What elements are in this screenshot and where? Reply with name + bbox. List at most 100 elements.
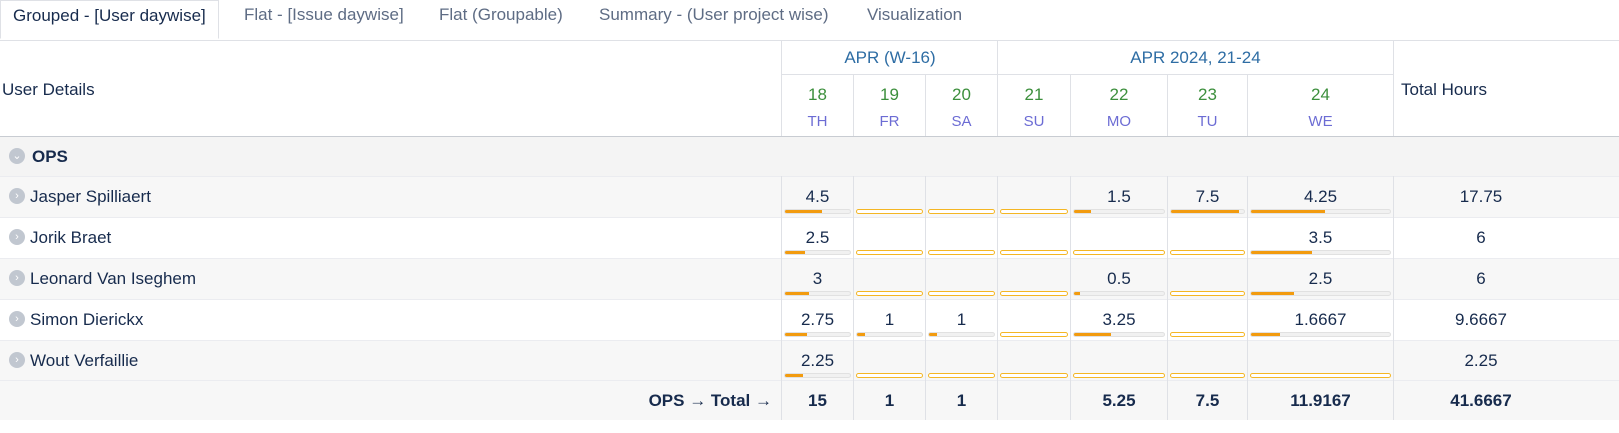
column-divider [781,40,782,136]
hours-progress-bar [784,332,851,337]
hours-progress-bar [856,291,923,296]
week-divider [782,74,1393,75]
hours-progress-fill [785,251,806,254]
total-row-divider [0,380,1619,381]
column-divider [997,176,998,420]
user-row[interactable]: › Jasper Spilliaert 4.5 1.5 7.5 4.25 17.75 [0,176,1619,217]
user-total-hours: 6 [1476,269,1486,288]
chevron-right-icon[interactable]: › [9,229,25,245]
chevron-right-icon[interactable]: › [9,188,25,204]
day-total: 7.5 [1195,391,1220,410]
hours-value[interactable]: 0.5 [1071,269,1167,289]
hours-progress-fill [785,333,808,336]
hours-value[interactable]: 3.25 [1071,310,1167,330]
user-name: Wout Verfaillie [30,351,139,370]
chevron-down-icon[interactable]: ⌄ [9,148,25,164]
hours-progress-bar [1000,250,1068,255]
hours-value[interactable]: 3 [782,269,853,289]
tab-flat-issue-daywise[interactable]: Flat - [Issue daywise] [244,0,404,40]
hours-progress-bar [1000,332,1068,337]
hours-value[interactable]: 1 [926,310,997,330]
hours-progress-bar [1073,209,1165,214]
column-divider [1070,176,1071,420]
user-name: Jasper Spilliaert [30,187,151,206]
user-row[interactable]: › Leonard Van Iseghem 3 0.5 2.5 6 [0,258,1619,299]
chevron-right-icon[interactable]: › [9,311,25,327]
day-number: 22 [1109,85,1129,104]
hours-progress-fill [785,210,822,213]
day-number: 18 [808,85,827,104]
column-divider [853,74,854,136]
hours-progress-bar [1250,291,1391,296]
day-total: 1 [956,391,967,410]
hours-progress-bar [928,250,995,255]
hours-progress-bar [856,373,923,378]
hours-value[interactable]: 4.25 [1248,187,1393,207]
hours-value[interactable]: 2.75 [782,310,853,330]
tab-grouped-user-daywise[interactable]: Grouped - [User daywise] [0,0,219,39]
hours-progress-fill [929,333,938,336]
hours-progress-bar [1170,373,1245,378]
column-divider [1167,176,1168,420]
row-divider [0,217,1619,218]
chevron-right-icon[interactable]: › [9,270,25,286]
hours-progress-fill [1074,333,1111,336]
column-divider [1247,176,1248,420]
hours-value[interactable]: 2.5 [782,228,853,248]
tab-summary-user-project[interactable]: Summary - (User project wise) [599,0,829,40]
hours-progress-fill [1251,292,1295,295]
hours-value[interactable]: 2.5 [1248,269,1393,289]
day-total: 11.9167 [1290,391,1351,410]
hours-progress-bar [928,332,995,337]
column-divider [1393,176,1394,420]
user-details-header: User Details [2,80,95,99]
day-number: 21 [1024,85,1044,104]
hours-value[interactable]: 1.5 [1071,187,1167,207]
user-total-hours: 17.75 [1459,187,1503,206]
hours-progress-fill [857,333,866,336]
tab-flat-groupable[interactable]: Flat (Groupable) [439,0,563,40]
column-divider [925,176,926,420]
column-divider [1167,74,1168,136]
day-name: SA [951,113,972,130]
column-divider [997,40,998,136]
hours-progress-bar [1250,209,1391,214]
day-name: TU [1197,113,1218,130]
hours-value[interactable]: 2.25 [782,351,853,371]
user-row[interactable]: › Wout Verfaillie 2.25 2.25 [0,340,1619,381]
user-row[interactable]: › Jorik Braet 2.5 3.5 6 [0,217,1619,258]
chevron-right-icon[interactable]: › [9,352,25,368]
column-divider [925,74,926,136]
hours-progress-bar [928,209,995,214]
user-row[interactable]: › Simon Dierickx 2.75 1 1 3.25 1.6667 9.6667 [0,299,1619,340]
hours-progress-bar [784,209,851,214]
hours-progress-bar [1250,250,1391,255]
hours-value[interactable]: 1.6667 [1248,310,1393,330]
row-divider [0,258,1619,259]
user-name: Leonard Van Iseghem [30,269,197,288]
hours-progress-bar [928,291,995,296]
hours-progress-bar [856,250,923,255]
day-number: 20 [952,85,971,104]
group-row-ops[interactable]: ⌄ OPS [0,137,1619,176]
hours-progress-fill [785,374,804,377]
hours-value[interactable]: 4.5 [782,187,853,207]
day-number: 24 [1311,85,1330,104]
tab-visualization[interactable]: Visualization [867,0,962,40]
hours-value[interactable]: 1 [854,310,925,330]
hours-progress-fill [1074,292,1080,295]
hours-value[interactable]: 3.5 [1248,228,1393,248]
hours-value[interactable]: 7.5 [1168,187,1247,207]
hours-progress-fill [1251,251,1312,254]
column-divider [853,176,854,420]
row-divider [0,299,1619,300]
week-header-w16: APR (W-16) [844,48,936,67]
hours-progress-bar [1170,332,1245,337]
day-number: 23 [1198,85,1217,104]
column-divider [1070,74,1071,136]
hours-progress-bar [1170,250,1245,255]
tab-bar: Grouped - [User daywise] Flat - [Issue d… [0,0,1619,41]
hours-progress-bar [784,291,851,296]
hours-progress-bar [1000,291,1068,296]
hours-progress-bar [784,250,851,255]
